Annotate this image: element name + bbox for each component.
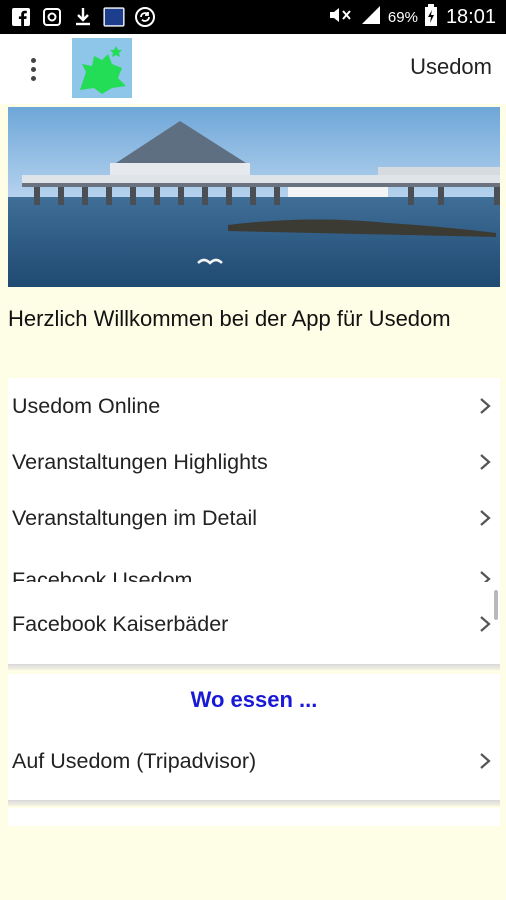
dot-icon [30, 57, 36, 63]
list-item-facebook-usedom[interactable]: Facebook Usedom [8, 546, 500, 582]
list-item-label: Facebook Kaiserbäder [12, 611, 229, 636]
hero-pier-image [8, 107, 500, 287]
status-bar: 69% 18:01 [0, 0, 506, 34]
haz-news-icon [103, 6, 125, 28]
mute-icon [328, 5, 354, 30]
main-menu-list: Usedom Online Veranstaltungen Highlights… [8, 378, 500, 664]
chevron-right-icon [480, 454, 491, 470]
app-bar: Usedom [0, 34, 506, 104]
chevron-right-icon [480, 616, 491, 632]
list-item-label: Veranstaltungen im Detail [12, 505, 258, 530]
screenshot-icon [41, 6, 63, 28]
list-item-veranstaltungen-highlights[interactable]: Veranstaltungen Highlights [8, 434, 500, 490]
list-item-usedom-online[interactable]: Usedom Online [8, 378, 500, 434]
clock: 18:01 [445, 5, 496, 28]
card-divider [8, 800, 500, 806]
card-divider [8, 664, 500, 670]
list-item-label: Facebook Usedom [12, 568, 193, 582]
facebook-icon [10, 6, 32, 28]
welcome-text: Herzlich Willkommen bei der App für Used… [8, 306, 451, 331]
chevron-right-icon [480, 398, 491, 414]
battery-charging-icon [424, 3, 438, 31]
food-section: Wo essen ... Auf Usedom (Tripadvisor) [8, 674, 500, 800]
usedom-logo-icon [72, 38, 132, 98]
chevron-right-icon [480, 753, 491, 769]
scrollbar[interactable] [494, 590, 498, 620]
list-item-veranstaltungen-detail[interactable]: Veranstaltungen im Detail [8, 490, 500, 546]
signal-icon [360, 5, 382, 30]
notification-icons [10, 4, 156, 30]
system-status: 69% 18:01 [328, 3, 496, 31]
app-title: Usedom [410, 54, 492, 79]
list-item-label: Auf Usedom (Tripadvisor) [12, 748, 257, 773]
list-item-label: Usedom Online [12, 393, 161, 418]
sync-icon [134, 6, 156, 28]
list-item-facebook-kaiserbaeder[interactable]: Facebook Kaiserbäder [8, 596, 500, 652]
dot-icon [30, 75, 36, 81]
download-icon [72, 6, 94, 28]
list-item-tripadvisor[interactable]: Auf Usedom (Tripadvisor) [8, 726, 500, 796]
chevron-right-icon [480, 571, 491, 582]
overflow-menu-button[interactable] [18, 51, 48, 87]
battery-percent: 69% [387, 8, 418, 26]
chevron-right-icon [480, 510, 491, 526]
list-item-label: Veranstaltungen Highlights [12, 449, 268, 474]
section-heading: Wo essen ... [190, 687, 318, 712]
next-section-card [8, 808, 500, 826]
dot-icon [30, 66, 36, 72]
